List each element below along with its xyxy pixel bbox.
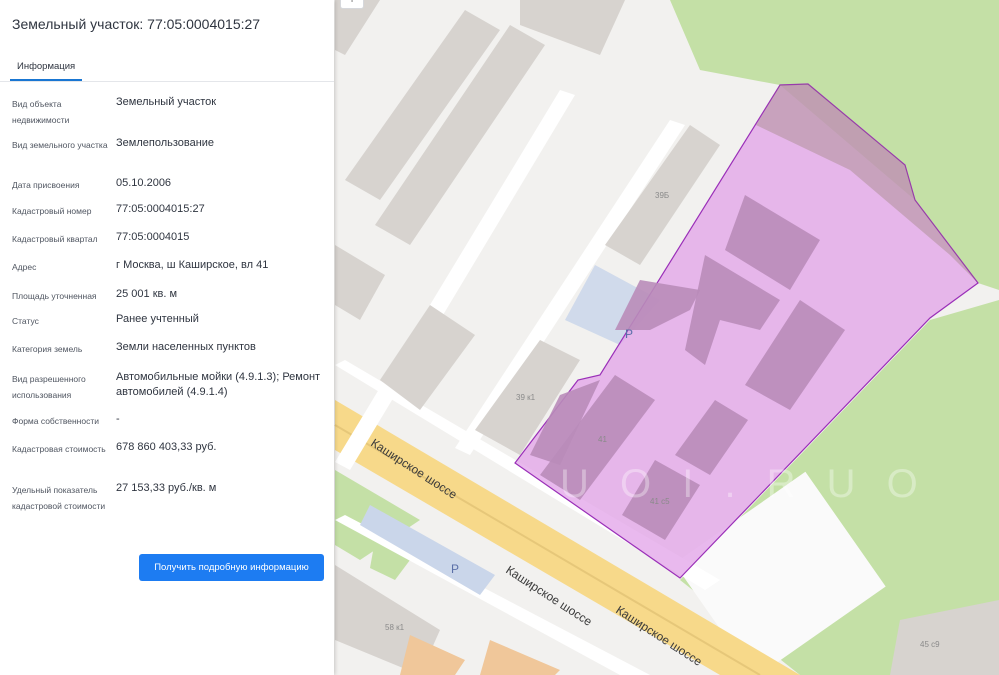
info-label: Вид разрешенного использования	[12, 374, 86, 400]
info-value: 77:05:0004015	[116, 231, 190, 243]
building-number: 41	[598, 435, 607, 444]
building-number: 39 к1	[516, 393, 536, 402]
info-value: Земельный участок	[116, 96, 217, 108]
info-value: г Москва, ш Каширское, вл 41	[116, 259, 269, 271]
zoom-in-button[interactable]: +	[340, 0, 364, 9]
info-value: Автомобильные мойки (4.9.1.3); Ремонт ав…	[116, 371, 321, 398]
info-value: 25 001 кв. м	[116, 288, 178, 300]
info-value: 27 153,33 руб./кв. м	[116, 482, 217, 494]
info-label: Статус	[12, 316, 39, 326]
info-label: Площадь уточненная	[12, 291, 97, 301]
info-label: Адрес	[12, 262, 37, 272]
info-value: -	[116, 413, 120, 425]
map-watermark: U O I . R U O	[560, 462, 928, 506]
building-number: 58 к1	[385, 623, 405, 632]
parking-label: P	[451, 562, 459, 576]
info-label: Кадастровый номер	[12, 206, 92, 216]
info-label: Кадастровый квартал	[12, 234, 98, 244]
info-value: 678 860 403,33 руб.	[116, 441, 217, 453]
info-label: Вид земельного участка	[12, 140, 108, 150]
info-label: Дата присвоения	[12, 180, 80, 190]
info-value: Ранее учтенный	[116, 313, 199, 325]
building-number: 39Б	[655, 191, 669, 200]
info-label: Форма собственности	[12, 416, 99, 426]
info-value: Землепользование	[116, 137, 215, 149]
info-label: Удельный показатель кадастровой стоимост…	[12, 485, 106, 511]
get-details-button[interactable]: Получить подробную информацию	[139, 554, 324, 581]
parking-label: P	[625, 327, 633, 341]
info-label: Категория земель	[12, 344, 83, 354]
info-panel: · · · Земельный участок: 77:05:0004015:2…	[0, 0, 334, 675]
info-value: 05.10.2006	[116, 177, 172, 189]
info-value: 77:05:0004015:27	[116, 203, 205, 215]
info-value: Земли населенных пунктов	[116, 341, 256, 353]
tab-information[interactable]: Информация	[10, 56, 83, 81]
tab-bar: Информация	[0, 56, 334, 82]
breadcrumb[interactable]: · · ·	[12, 0, 28, 5]
page-title: Земельный участок: 77:05:0004015:27	[12, 16, 261, 32]
building-number: 45 с9	[920, 640, 940, 649]
info-label: Кадастровая стоимость	[12, 444, 106, 454]
info-label: Вид объекта недвижимости	[12, 99, 70, 125]
